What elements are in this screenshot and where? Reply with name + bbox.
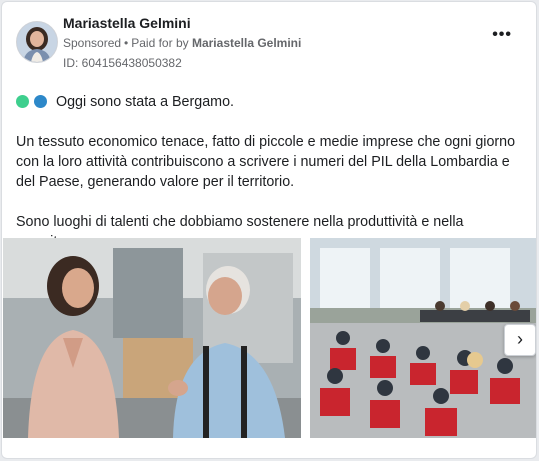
author-name[interactable]: Mariastella Gelmini — [63, 15, 191, 31]
author-avatar[interactable] — [16, 21, 58, 63]
post-paragraph-1-text: Oggi sono stata a Bergamo. — [55, 94, 235, 110]
factory-visit-photo[interactable] — [3, 238, 301, 438]
factory-visit-image — [3, 238, 301, 438]
sponsored-post-card: Mariastella Gelmini Sponsored • Paid for b… — [1, 1, 537, 459]
avatar-image — [17, 22, 57, 62]
separator-dot: • — [124, 36, 129, 50]
paid-for-prefix: Paid for by — [131, 36, 189, 50]
post-paragraph-2: Un tessuto economico tenace, fatto di pi… — [16, 134, 516, 190]
post-paragraph-1: Oggi sono stata a Bergamo. — [16, 92, 528, 112]
blue-circle-icon — [34, 95, 47, 108]
carousel-next-button[interactable]: › — [504, 324, 536, 356]
conference-room-image — [310, 238, 536, 438]
sponsored-label: Sponsored — [63, 36, 122, 50]
conference-room-photo[interactable] — [310, 238, 536, 438]
more-options-icon[interactable]: ••• — [492, 27, 512, 43]
ad-id: ID: 604156438050382 — [63, 56, 182, 70]
image-carousel[interactable]: › — [2, 238, 536, 438]
sponsorship-line: Sponsored • Paid for by Mariastella Gelmin… — [63, 36, 301, 50]
chevron-right-icon: › — [517, 329, 523, 349]
paid-for-name[interactable]: Mariastella Gelmini — [192, 36, 301, 50]
green-circle-icon — [16, 95, 29, 108]
